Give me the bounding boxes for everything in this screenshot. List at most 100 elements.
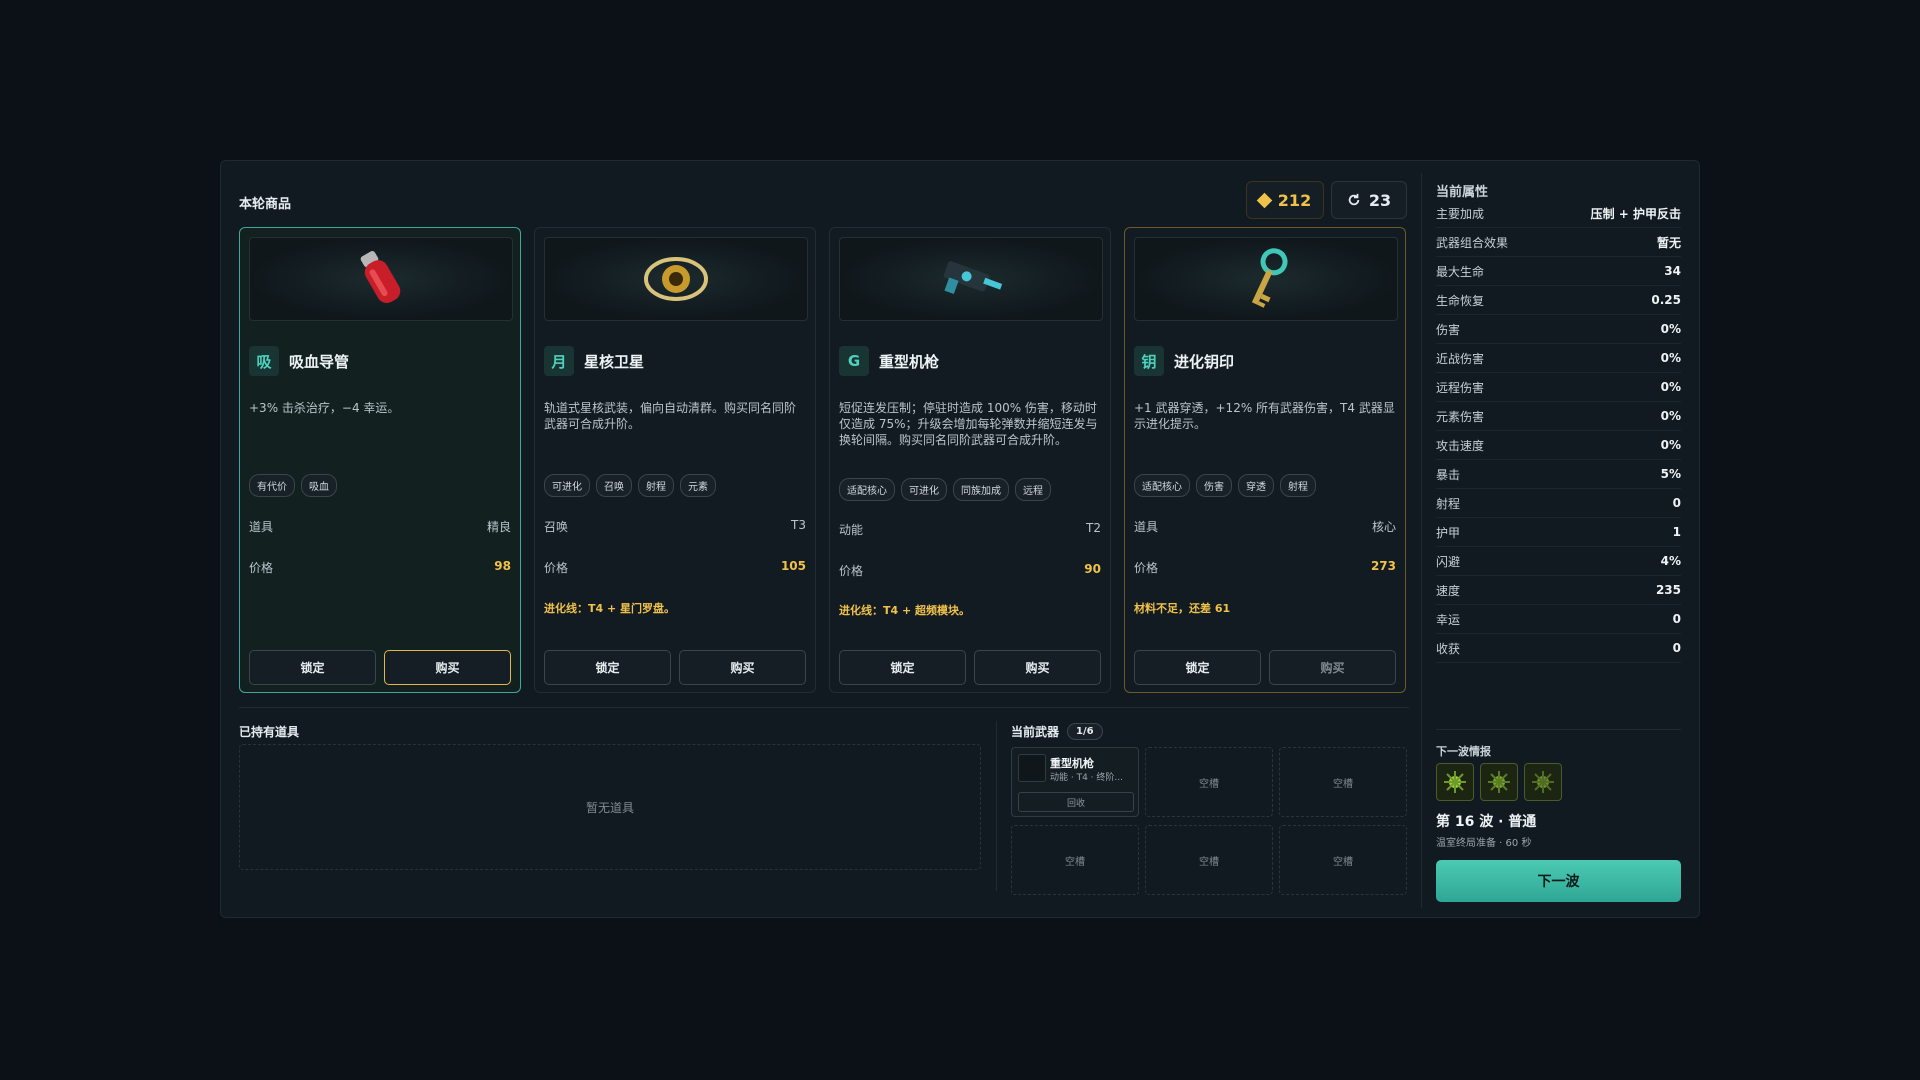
attribute-list: 主要加成 压制 + 护甲反击 武器组合效果 暂无最大生命 34 生命恢复 0.25 伤害 0% 近… (1436, 199, 1681, 663)
lock-button[interactable]: 锁定 (249, 650, 376, 685)
tier: 精良 (486, 520, 511, 534)
gold-icon (1256, 192, 1273, 208)
price-row: 价格 105 (544, 559, 806, 576)
tag: 可进化 (544, 474, 590, 497)
attribute-row: 射程 0 (1436, 489, 1681, 518)
attribute-value: 压制 + 护甲反击 (1590, 206, 1681, 221)
weapon-slot-1[interactable]: 重型机枪 动能 · T4 · 终阶... 回收 (1011, 747, 1139, 817)
attribute-value: 0.25 (1651, 293, 1681, 307)
attribute-value: 5% (1660, 467, 1681, 481)
shop-card-1[interactable]: 吸 吸血导管 +3% 击杀治疗，−4 幸运。 有代价 吸血 道具 精良 价格 9… (239, 227, 521, 693)
weapon-name: 重型机枪 (1050, 757, 1094, 770)
divider (1421, 173, 1422, 908)
attribute-row: 主要加成 压制 + 护甲反击 (1436, 199, 1681, 228)
item-name: 进化钥印 (1174, 352, 1235, 371)
recycle-button[interactable]: 回收 (1018, 792, 1134, 812)
item-description: +1 武器穿透，+12% 所有武器伤害，T4 武器显示进化提示。 (1134, 401, 1395, 431)
satellite-icon (644, 257, 708, 301)
category: 道具 (249, 520, 274, 534)
attribute-label: 近战伤害 (1436, 351, 1485, 366)
enemy-icon (1524, 763, 1562, 801)
attribute-value: 0 (1672, 641, 1681, 655)
weapon-slot-empty: 空槽 (1279, 747, 1407, 817)
price-value: 90 (1084, 562, 1101, 576)
price-row: 价格 98 (249, 559, 511, 576)
next-wave-title: 下一波情报 (1436, 745, 1491, 758)
tag: 可进化 (901, 478, 947, 501)
attribute-label: 闪避 (1436, 554, 1461, 569)
empty-slot-label: 空槽 (1333, 856, 1353, 868)
category: 动能 (839, 523, 864, 537)
attribute-label: 护甲 (1436, 525, 1461, 540)
shop-card-2[interactable]: 月 星核卫星 轨道式星核武装，偏向自动清群。购买同名同阶武器可合成升阶。 可进化… (534, 227, 816, 693)
attribute-label: 伤害 (1436, 322, 1461, 337)
weapons-title: 当前武器 (1011, 725, 1060, 739)
price-row: 价格 90 (839, 562, 1101, 579)
empty-slot-label: 空槽 (1199, 856, 1219, 868)
item-description: +3% 击杀治疗，−4 幸运。 (249, 401, 400, 415)
category-row: 道具 核心 (1134, 518, 1396, 535)
wave-subtitle: 温室终局准备 · 60 秒 (1436, 838, 1532, 849)
buy-button[interactable]: 购买 (974, 650, 1101, 685)
attribute-row: 远程伤害 0% (1436, 373, 1681, 402)
insufficient-note: 材料不足，还差 61 (1134, 602, 1231, 615)
shop-panel: 本轮商品 212 23 吸 吸血导管 +3% 击杀治疗，−4 幸运。 有代价 吸… (220, 160, 1700, 918)
attributes-title: 当前属性 (1436, 185, 1489, 200)
empty-slot-label: 空槽 (1065, 856, 1085, 868)
evolution-note: 进化线：T4 + 星门罗盘。 (544, 602, 676, 615)
attribute-row: 攻击速度 0% (1436, 431, 1681, 460)
owned-items-title: 已持有道具 (239, 725, 300, 739)
category: 召唤 (544, 520, 569, 534)
gold-amount: 212 (1277, 190, 1312, 210)
attribute-label: 生命恢复 (1436, 293, 1485, 308)
tag-list: 可进化 召唤 射程 元素 (544, 474, 716, 497)
shop-card-4[interactable]: 钥 进化钥印 +1 武器穿透，+12% 所有武器伤害，T4 武器显示进化提示。 … (1124, 227, 1406, 693)
price-value: 98 (494, 559, 511, 573)
owned-items-area: 暂无道具 (239, 744, 981, 870)
attribute-row: 暴击 5% (1436, 460, 1681, 489)
attribute-label: 射程 (1436, 496, 1461, 511)
attribute-value: 0% (1660, 351, 1681, 365)
lock-button[interactable]: 锁定 (1134, 650, 1261, 685)
next-wave-button[interactable]: 下一波 (1436, 860, 1681, 902)
tag: 元素 (680, 474, 716, 497)
wave-label: 第 16 波 · 普通 (1436, 814, 1537, 830)
attribute-value: 0% (1660, 438, 1681, 452)
attribute-value: 0% (1660, 322, 1681, 336)
tag: 穿透 (1238, 474, 1274, 497)
buy-button[interactable]: 购买 (384, 650, 511, 685)
enemy-preview (1436, 763, 1562, 801)
attribute-row: 武器组合效果 暂无 (1436, 228, 1681, 257)
weapon-slot-empty: 空槽 (1011, 825, 1139, 895)
buy-button[interactable]: 购买 (1269, 650, 1396, 685)
weapon-slot-empty: 空槽 (1279, 825, 1407, 895)
weapons-header: 当前武器 1/6 (1011, 723, 1103, 740)
gold-counter: 212 (1246, 181, 1324, 219)
attribute-value: 34 (1664, 264, 1681, 278)
tag: 适配核心 (839, 478, 895, 501)
tag: 射程 (638, 474, 674, 497)
lock-button[interactable]: 锁定 (839, 650, 966, 685)
tier: 核心 (1371, 520, 1396, 534)
weapon-slot-empty: 空槽 (1145, 825, 1273, 895)
lock-button[interactable]: 锁定 (544, 650, 671, 685)
attribute-label: 收获 (1436, 641, 1461, 656)
attribute-value: 0 (1672, 612, 1681, 626)
price-row: 价格 273 (1134, 559, 1396, 576)
item-glyph: 钥 (1134, 346, 1164, 376)
buy-button[interactable]: 购买 (679, 650, 806, 685)
attribute-row: 收获 0 (1436, 634, 1681, 663)
item-art (1134, 237, 1398, 321)
reroll-button[interactable]: 23 (1331, 181, 1407, 219)
item-description: 短促连发压制；停驻时造成 100% 伤害，移动时仅造成 75%；升级会增加每轮弹… (839, 401, 1098, 447)
empty-slot-label: 空槽 (1333, 778, 1353, 790)
price-label: 价格 (839, 564, 864, 578)
refresh-icon (1348, 193, 1360, 206)
attribute-label: 最大生命 (1436, 264, 1485, 279)
category-row: 动能 T2 (839, 521, 1101, 538)
category-row: 召唤 T3 (544, 518, 806, 535)
shop-card-3[interactable]: G 重型机枪 短促连发压制；停驻时造成 100% 伤害，移动时仅造成 75%；升… (829, 227, 1111, 693)
weapon-info: 动能 · T4 · 终阶... (1050, 773, 1123, 783)
attribute-label: 元素伤害 (1436, 409, 1485, 424)
owned-items-empty: 暂无道具 (585, 800, 634, 815)
